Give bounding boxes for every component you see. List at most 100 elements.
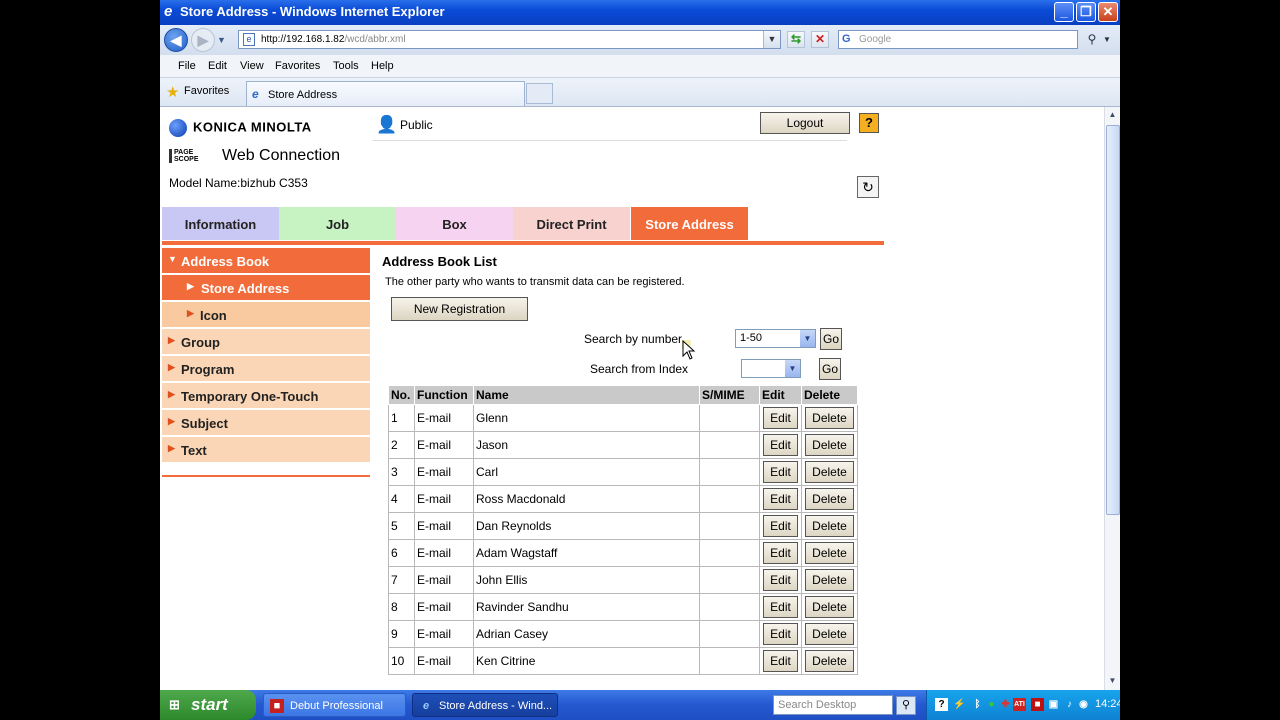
debut-tray-icon[interactable]: ■ (1031, 698, 1044, 711)
sidebar-item-temporary-one-touch[interactable]: ▶ Temporary One-Touch (162, 383, 370, 409)
sidebar-item-icon[interactable]: ▶ Icon (162, 302, 370, 328)
delete-button[interactable]: Delete (805, 434, 854, 456)
delete-button[interactable]: Delete (805, 488, 854, 510)
help-icon[interactable]: ? (859, 113, 879, 133)
search-index-select[interactable]: ▼ (741, 359, 801, 378)
cell-smime (699, 458, 760, 486)
tab-direct-print[interactable]: Direct Print (513, 207, 630, 240)
back-button[interactable]: ◀ (164, 28, 188, 52)
header-divider (373, 140, 847, 141)
minimize-button[interactable]: _ (1054, 2, 1074, 22)
menu-help[interactable]: Help (371, 60, 394, 72)
search-input[interactable]: G Google (838, 30, 1078, 49)
delete-button[interactable]: Delete (805, 542, 854, 564)
ie-page-icon: e (252, 87, 259, 101)
edit-button[interactable]: Edit (763, 488, 798, 510)
stop-icon[interactable]: ✕ (811, 31, 829, 48)
sidebar-item-subject[interactable]: ▶ Subject (162, 410, 370, 436)
cell-edit: Edit (759, 566, 802, 594)
system-tray: ? ⚡ ᛒ ● ✚ ATI ■ ▣ ♪ ◉ 14:24 (926, 690, 1120, 720)
bluetooth-icon[interactable]: ᛒ (971, 698, 984, 711)
restore-button[interactable]: ❐ (1076, 2, 1096, 22)
browser-tab-store-address[interactable]: e Store Address (246, 81, 525, 106)
edit-button[interactable]: Edit (763, 407, 798, 429)
favorites-button[interactable]: Favorites (184, 85, 229, 97)
favorites-star-icon[interactable]: ★ (166, 83, 179, 101)
close-button[interactable]: ✕ (1098, 2, 1118, 22)
sidebar-item-program[interactable]: ▶ Program (162, 356, 370, 382)
ati-icon[interactable]: ATI (1013, 698, 1026, 711)
cell-delete: Delete (801, 485, 858, 513)
network-icon[interactable]: ⚡ (953, 698, 966, 711)
update-icon[interactable]: ▣ (1047, 698, 1060, 711)
edit-button[interactable]: Edit (763, 596, 798, 618)
search-number-select[interactable]: 1-50 ▼ (735, 329, 816, 348)
google-icon: G (842, 33, 851, 45)
menu-view[interactable]: View (240, 60, 264, 72)
logout-button[interactable]: Logout (760, 112, 850, 134)
scroll-up-icon[interactable]: ▲ (1105, 107, 1120, 123)
sidebar-item-group[interactable]: ▶ Group (162, 329, 370, 355)
go-index-button[interactable]: Go (819, 358, 841, 380)
delete-button[interactable]: Delete (805, 569, 854, 591)
user-label: Public (400, 118, 433, 132)
cell-function: E-mail (414, 485, 474, 513)
taskbar-item-store-address[interactable]: e Store Address - Wind... (412, 693, 558, 717)
delete-button[interactable]: Delete (805, 623, 854, 645)
cell-edit: Edit (759, 485, 802, 513)
taskbar-item-debut[interactable]: ■ Debut Professional (263, 693, 406, 717)
col-function: Function (414, 385, 474, 405)
address-bar[interactable]: e http://192.168.1.82/wcd/abbr.xml ▼ (238, 30, 781, 49)
edit-button[interactable]: Edit (763, 515, 798, 537)
desktop-search-input[interactable]: Search Desktop (773, 695, 893, 715)
new-registration-button[interactable]: New Registration (391, 297, 528, 321)
scroll-thumb[interactable] (1106, 125, 1120, 515)
sidebar-item-store-address[interactable]: ▶ Store Address (162, 275, 370, 301)
address-dropdown-icon[interactable]: ▼ (763, 31, 780, 48)
edit-button[interactable]: Edit (763, 569, 798, 591)
delete-button[interactable]: Delete (805, 407, 854, 429)
scroll-down-icon[interactable]: ▼ (1105, 673, 1120, 689)
window-title: Store Address - Windows Internet Explore… (180, 4, 445, 19)
tab-box[interactable]: Box (396, 207, 513, 240)
desktop-search-icon[interactable]: ⚲ (896, 696, 916, 715)
app-tray-icon[interactable]: ● (985, 698, 998, 711)
vertical-scrollbar[interactable]: ▲ ▼ (1104, 107, 1120, 690)
sidebar-item-text[interactable]: ▶ Text (162, 437, 370, 463)
cell-smime (699, 593, 760, 621)
edit-button[interactable]: Edit (763, 542, 798, 564)
edit-button[interactable]: Edit (763, 461, 798, 483)
menu-edit[interactable]: Edit (208, 60, 227, 72)
delete-button[interactable]: Delete (805, 515, 854, 537)
tab-job[interactable]: Job (279, 207, 396, 240)
help-tray-icon[interactable]: ? (935, 698, 948, 711)
power-icon[interactable]: ◉ (1077, 698, 1090, 711)
user-icon: 👤 (376, 115, 398, 134)
cell-delete: Delete (801, 566, 858, 594)
search-icon[interactable]: ⚲ (1082, 30, 1102, 49)
edit-button[interactable]: Edit (763, 434, 798, 456)
recent-pages-dropdown[interactable]: ▼ (217, 35, 226, 45)
sidebar-item-address-book[interactable]: ▼ Address Book (162, 248, 370, 274)
forward-button[interactable]: ▶ (191, 28, 215, 52)
tab-store-address[interactable]: Store Address (631, 207, 748, 240)
new-tab-button[interactable] (526, 83, 553, 104)
refresh-icon[interactable]: ⇆ (787, 31, 805, 48)
tab-information[interactable]: Information (162, 207, 279, 240)
menu-file[interactable]: File (178, 60, 196, 72)
delete-button[interactable]: Delete (805, 650, 854, 672)
edit-button[interactable]: Edit (763, 650, 798, 672)
menu-favorites[interactable]: Favorites (275, 60, 320, 72)
cell-name: Glenn (473, 404, 700, 432)
start-button[interactable]: ⊞ start (160, 690, 256, 720)
volume-icon[interactable]: ♪ (1063, 698, 1076, 711)
go-number-button[interactable]: Go (820, 328, 842, 350)
edit-button[interactable]: Edit (763, 623, 798, 645)
refresh-page-icon[interactable]: ↻ (857, 176, 879, 198)
search-options-dropdown[interactable]: ▼ (1103, 35, 1111, 44)
security-icon[interactable]: ✚ (999, 698, 1012, 711)
cell-function: E-mail (414, 431, 474, 459)
delete-button[interactable]: Delete (805, 596, 854, 618)
delete-button[interactable]: Delete (805, 461, 854, 483)
menu-tools[interactable]: Tools (333, 60, 359, 72)
